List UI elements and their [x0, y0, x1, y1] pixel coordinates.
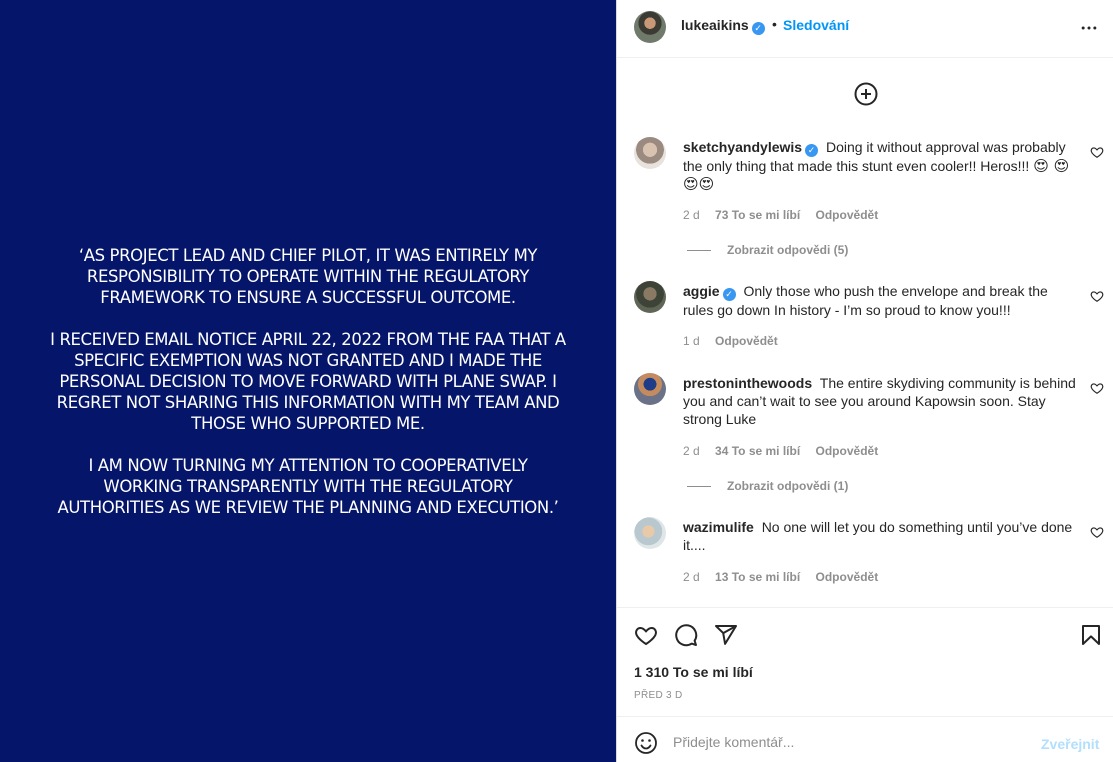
view-replies-button[interactable]: Zobrazit odpovědi (1) [687, 479, 848, 493]
comment-heart-icon[interactable] [1090, 381, 1104, 395]
post-comment-button[interactable]: Zveřejnit [1041, 736, 1099, 752]
post-header: lukeaikins ✓ • Sledování [617, 0, 1113, 58]
replies-line [687, 486, 711, 488]
comment-text: prestoninthewoods The entire skydiving c… [683, 374, 1077, 428]
post-actions: 1 310 To se mi líbí PŘED 3 D [617, 607, 1113, 717]
share-icon[interactable] [714, 623, 738, 647]
view-replies-label: Zobrazit odpovědi (5) [727, 243, 849, 257]
post-timestamp[interactable]: PŘED 3 D [634, 690, 683, 701]
media-statement-text: ‘As project lead and chief pilot, it was… [48, 245, 568, 518]
comment-likes-count[interactable]: 34 To se mi líbí [715, 444, 800, 458]
statement-paragraph-1: ‘As project lead and chief pilot, it was… [78, 245, 538, 307]
author-avatar[interactable] [634, 11, 666, 43]
commenter-avatar[interactable] [634, 517, 666, 549]
verified-badge-icon: ✓ [751, 22, 765, 35]
comment-text: aggie ✓ Only those who push the envelope … [683, 282, 1077, 319]
verified-badge-icon: ✓ [722, 288, 736, 301]
comment-age: 2 d [683, 444, 700, 458]
commenter-avatar[interactable] [634, 281, 666, 313]
emoji-icon[interactable] [634, 731, 658, 755]
post-side-panel: lukeaikins ✓ • Sledování sketchyandylewis… [616, 0, 1113, 762]
comment-icon[interactable] [674, 623, 698, 647]
separator-dot: • [772, 16, 777, 32]
view-replies-label: Zobrazit odpovědi (1) [727, 479, 849, 493]
add-comment-bar: Zveřejnit [617, 716, 1113, 762]
comment-heart-icon[interactable] [1090, 525, 1104, 539]
author-username-text: lukeaikins [681, 17, 749, 33]
comment-likes-count[interactable]: 73 To se mi líbí [715, 208, 800, 222]
commenter-username[interactable]: prestoninthewoods [683, 375, 812, 391]
comment-heart-icon[interactable] [1090, 289, 1104, 303]
statement-paragraph-2: I received email notice April 22, 2022 f… [50, 329, 566, 433]
comment-likes-count[interactable]: 13 To se mi líbí [715, 570, 800, 584]
heart-icon[interactable] [634, 623, 658, 647]
reply-button[interactable]: Odpovědět [816, 208, 879, 222]
commenter-username[interactable]: wazimulife [683, 519, 754, 535]
comment-age: 2 d [683, 208, 700, 222]
replies-line [687, 250, 711, 252]
following-button[interactable]: Sledování [783, 17, 849, 33]
comment-age: 1 d [683, 334, 700, 348]
comment-age: 2 d [683, 570, 700, 584]
commenter-avatar[interactable] [634, 137, 666, 169]
comment-meta: 2 d 34 To se mi líbí Odpovědět [683, 444, 890, 458]
statement-paragraph-3: I am now turning my attention to coopera… [57, 455, 559, 517]
comment-meta: 2 d 13 To se mi líbí Odpovědět [683, 570, 890, 584]
reply-button[interactable]: Odpovědět [715, 334, 778, 348]
more-horizontal-icon[interactable] [1079, 18, 1099, 38]
comment-meta: 1 d Odpovědět [683, 334, 790, 348]
verified-badge-icon: ✓ [805, 144, 819, 157]
reply-button[interactable]: Odpovědět [816, 570, 879, 584]
post-likes-count[interactable]: 1 310 To se mi líbí [634, 664, 753, 680]
author-username[interactable]: lukeaikins ✓ [681, 17, 765, 35]
reply-button[interactable]: Odpovědět [816, 444, 879, 458]
commenter-avatar[interactable] [634, 373, 666, 405]
comment-text: sketchyandylewis ✓ Doing it without appro… [683, 138, 1077, 193]
comment-heart-icon[interactable] [1090, 145, 1104, 159]
plus-circle-icon[interactable] [854, 82, 878, 106]
bookmark-icon[interactable] [1079, 623, 1103, 647]
view-replies-button[interactable]: Zobrazit odpovědi (5) [687, 243, 848, 257]
post-media[interactable]: ‘As project lead and chief pilot, it was… [0, 0, 616, 762]
commenter-username[interactable]: sketchyandylewis ✓ [683, 139, 819, 157]
comment-meta: 2 d 73 To se mi líbí Odpovědět [683, 208, 890, 222]
comment-content: Only those who push the envelope and bre… [683, 283, 1048, 318]
commenter-username[interactable]: aggie ✓ [683, 283, 736, 301]
comment-input[interactable] [673, 729, 1033, 755]
comment-text: wazimulife No one will let you do someth… [683, 518, 1077, 554]
